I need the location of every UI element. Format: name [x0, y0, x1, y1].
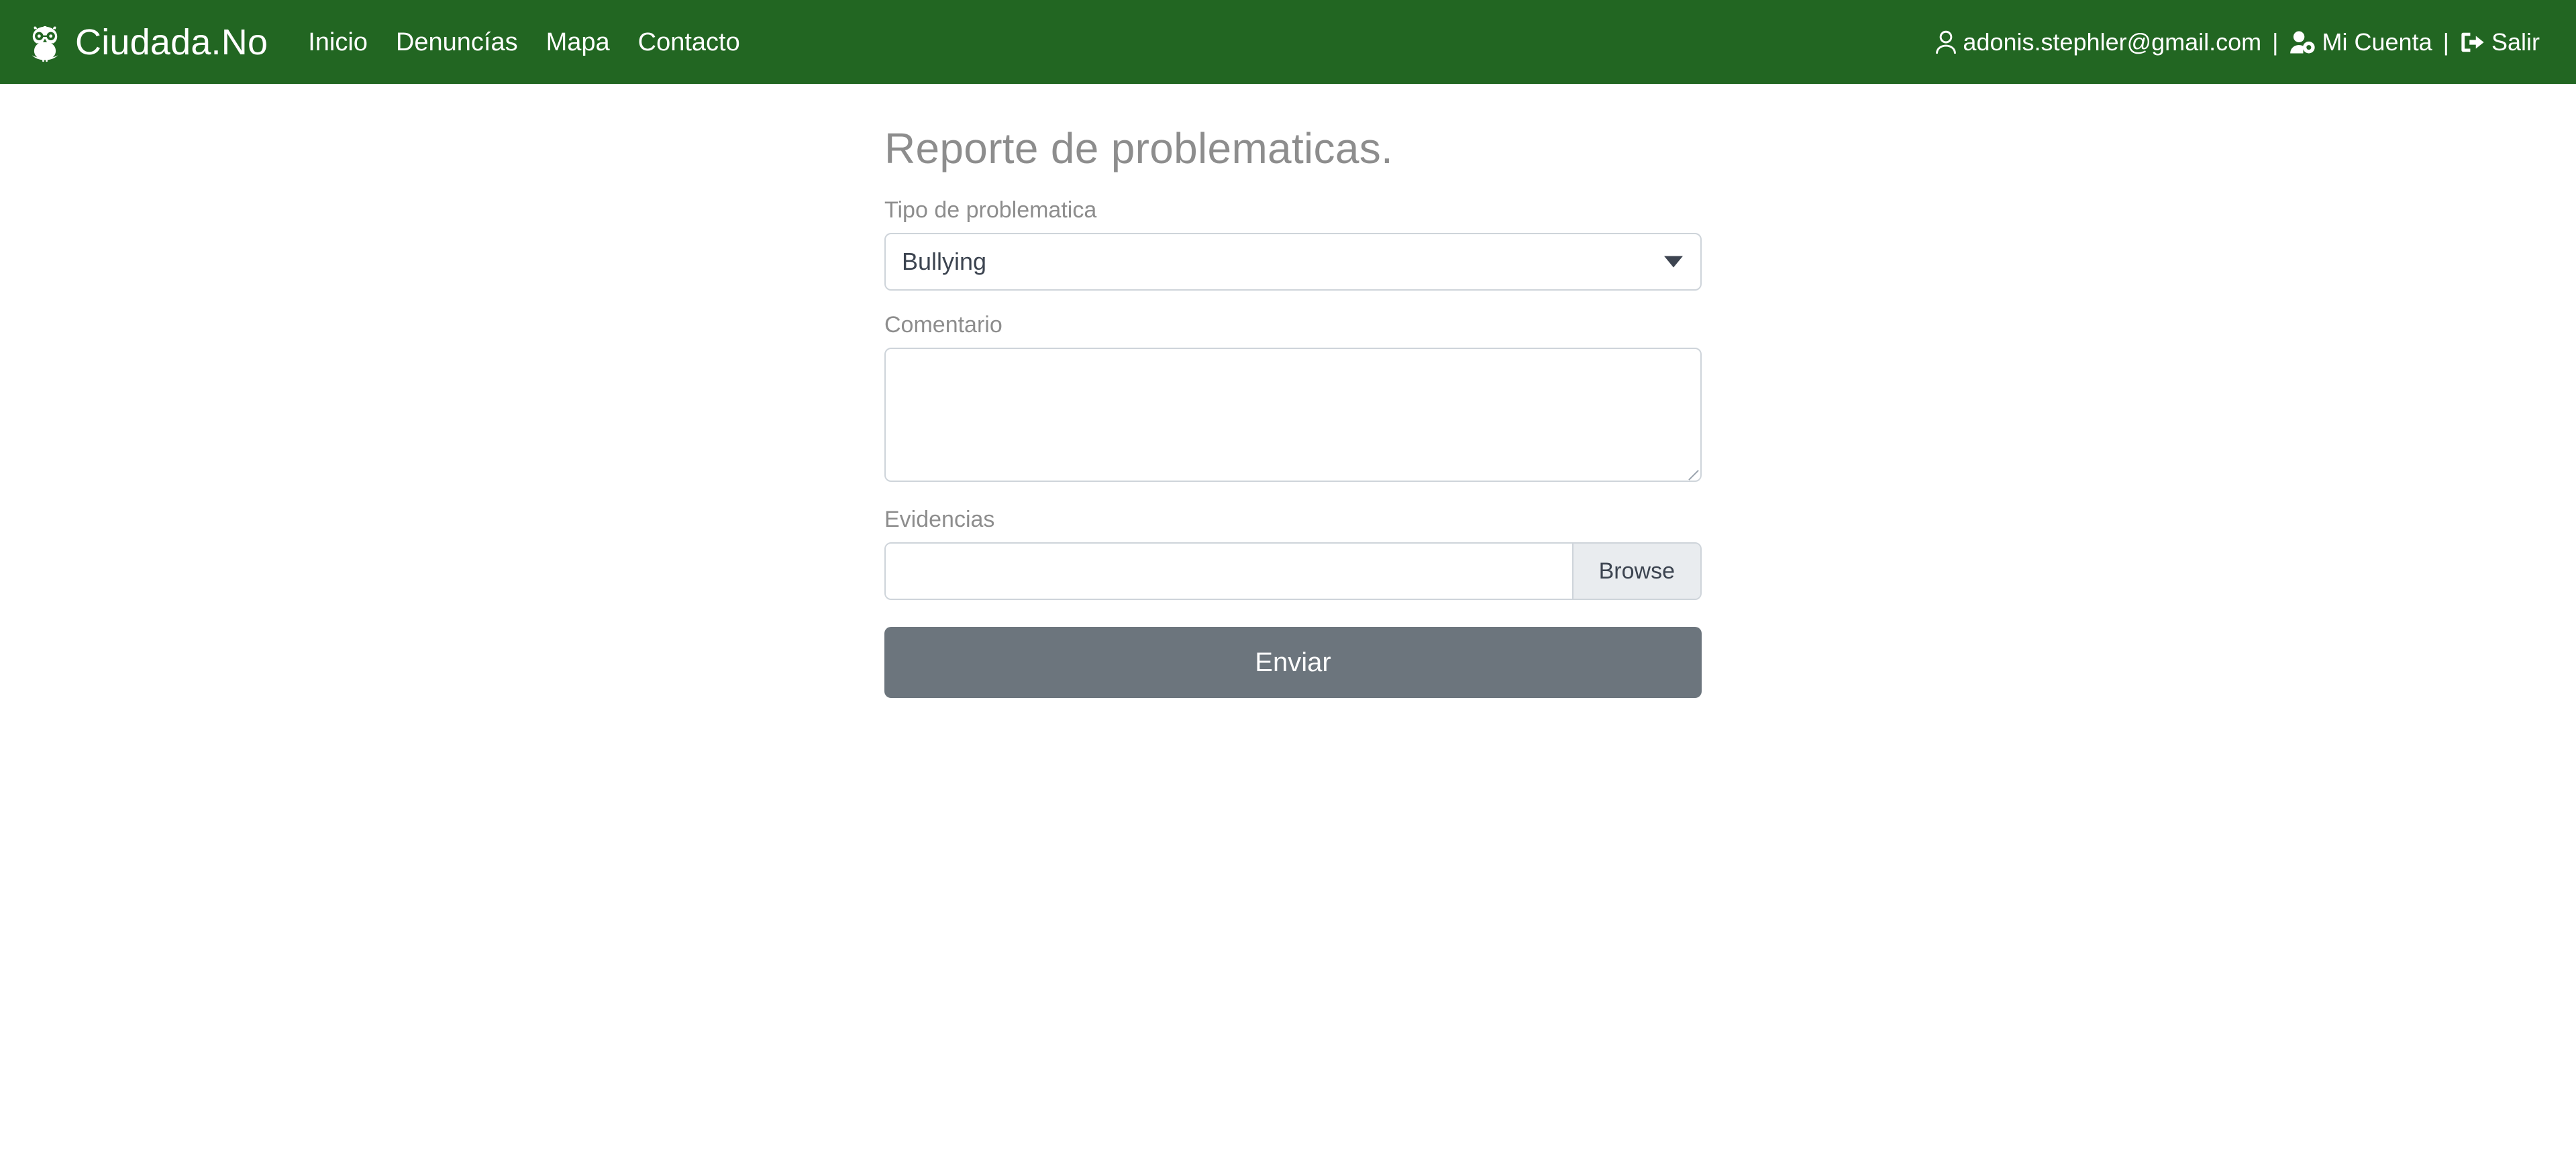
- evidencias-filename-input[interactable]: [886, 544, 1572, 599]
- report-form: Reporte de problematicas. Tipo de proble…: [884, 123, 1702, 698]
- select-tipo-problematica-value: Bullying: [902, 250, 986, 274]
- user-gear-icon: [2289, 30, 2316, 54]
- nav-link-contacto[interactable]: Contacto: [637, 26, 741, 59]
- page-content: Reporte de problematicas. Tipo de proble…: [0, 84, 2576, 698]
- nav-item-inicio[interactable]: Inicio: [307, 30, 369, 55]
- select-tipo-problematica[interactable]: Bullying: [884, 233, 1702, 291]
- comentario-textarea[interactable]: [884, 348, 1702, 482]
- nav-link-denuncias[interactable]: Denuncías: [395, 26, 519, 59]
- nav-item-contacto[interactable]: Contacto: [637, 30, 741, 55]
- comentario-wrapper: [884, 348, 1702, 508]
- label-evidencias: Evidencias: [884, 508, 1702, 531]
- nav-item-denuncias[interactable]: Denuncías: [395, 30, 519, 55]
- nav-separator-1: |: [2272, 30, 2278, 54]
- user-email: adonis.stephler@gmail.com: [1963, 30, 2261, 54]
- logout-link[interactable]: Salir: [2460, 30, 2540, 54]
- logout-label: Salir: [2491, 30, 2540, 54]
- file-input-group[interactable]: Browse: [884, 542, 1702, 600]
- field-tipo-problematica: Tipo de problematica Bullying: [884, 199, 1702, 291]
- nav-user-area: adonis.stephler@gmail.com | Mi Cuenta |: [1935, 30, 2540, 54]
- brand-name: Ciudada.No: [75, 24, 268, 60]
- nav-links: Inicio Denuncías Mapa Contacto: [307, 30, 741, 55]
- browse-button[interactable]: Browse: [1572, 544, 1700, 599]
- nav-link-mapa[interactable]: Mapa: [545, 26, 611, 59]
- label-comentario: Comentario: [884, 313, 1702, 336]
- my-account-link[interactable]: Mi Cuenta: [2289, 30, 2432, 54]
- brand-link[interactable]: Ciudada.No: [24, 21, 268, 63]
- chevron-down-icon: [1664, 256, 1683, 267]
- main-navbar: Ciudada.No Inicio Denuncías Mapa Contact…: [0, 0, 2576, 84]
- user-icon: [1935, 30, 1957, 54]
- field-evidencias: Evidencias Browse: [884, 508, 1702, 600]
- label-tipo-problematica: Tipo de problematica: [884, 199, 1702, 221]
- sign-out-icon: [2460, 31, 2485, 54]
- my-account-label: Mi Cuenta: [2322, 30, 2432, 54]
- nav-separator-2: |: [2443, 30, 2449, 54]
- page-title: Reporte de problematicas.: [884, 123, 1702, 174]
- submit-button[interactable]: Enviar: [884, 627, 1702, 698]
- field-comentario: Comentario: [884, 313, 1702, 508]
- nav-item-mapa[interactable]: Mapa: [545, 30, 611, 55]
- owl-logo-icon: [24, 21, 66, 63]
- nav-link-inicio[interactable]: Inicio: [307, 26, 369, 59]
